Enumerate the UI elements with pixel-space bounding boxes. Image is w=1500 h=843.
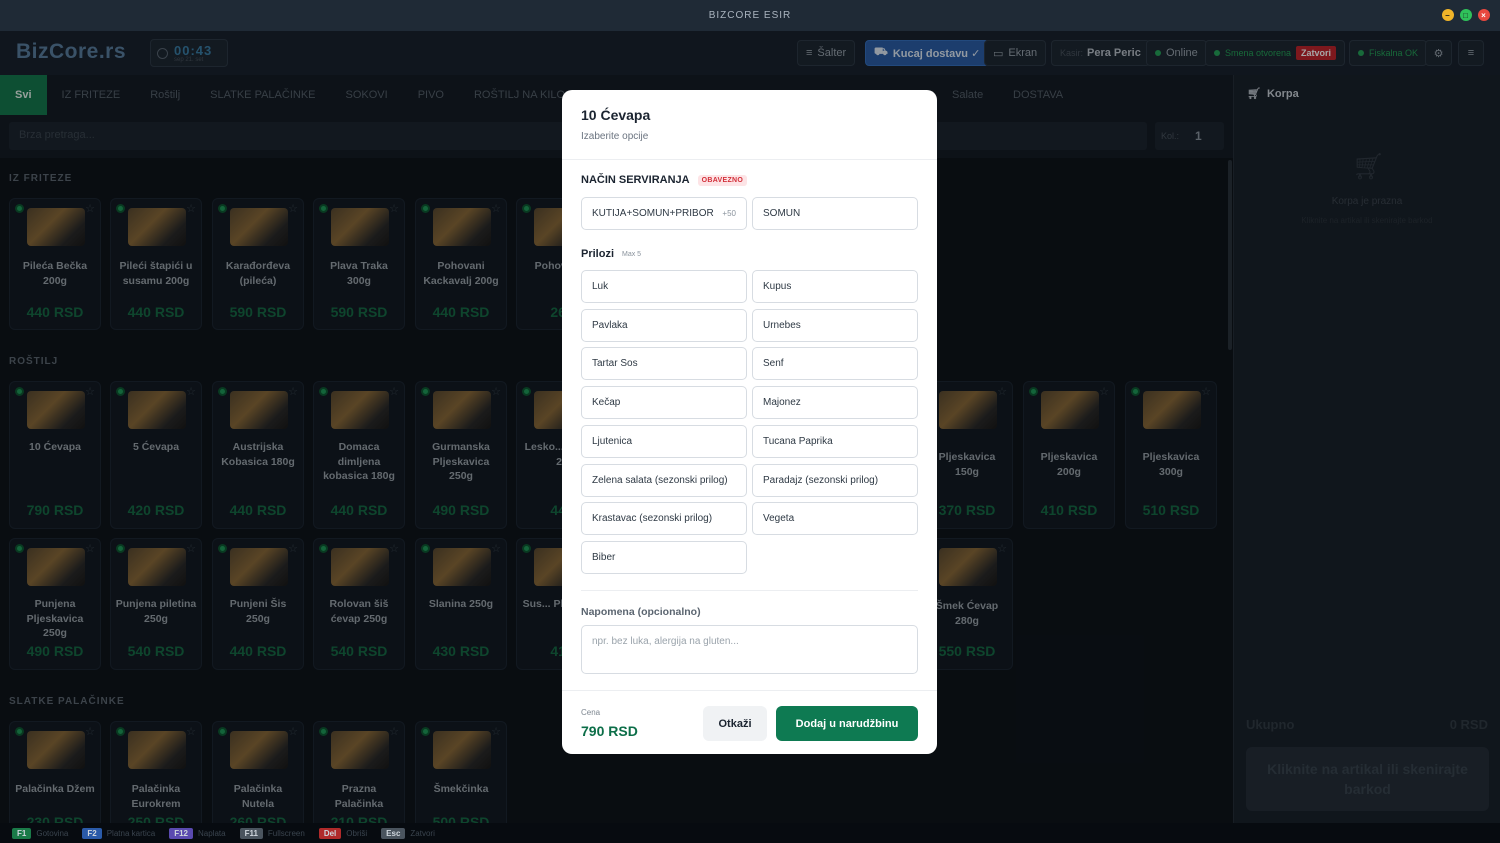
- serving-option-somun[interactable]: SOMUN: [752, 197, 918, 230]
- note-label: Napomena (opcionalno): [581, 606, 701, 618]
- modal-title: 10 Ćevapa: [581, 107, 651, 123]
- close-icon[interactable]: ×: [1478, 9, 1490, 21]
- window-titlebar: BIZCORE ESIR – □ ×: [0, 0, 1500, 31]
- serving-section-title: NAČIN SERVIRANJA OBAVEZNO: [581, 174, 748, 186]
- prilog-option[interactable]: Kupus: [752, 270, 918, 303]
- shortcut-esc[interactable]: Esc Zatvori: [381, 827, 435, 839]
- shortcut-f12[interactable]: F12 Naplata: [169, 827, 226, 839]
- shortcut-bar: F1 Gotovina F2 Platna kartica F12 Naplata F…: [0, 823, 1500, 843]
- maximize-icon[interactable]: □: [1460, 9, 1472, 21]
- prilog-option[interactable]: Krastavac (sezonski prilog): [581, 502, 747, 536]
- prilozi-section-title: Prilozi Max 5: [581, 248, 642, 260]
- prilog-option[interactable]: Paradajz (sezonski prilog): [752, 463, 918, 497]
- prilog-option[interactable]: Majonez: [752, 386, 918, 420]
- prilog-option[interactable]: Luk: [581, 270, 747, 303]
- cancel-button[interactable]: Otkaži: [703, 706, 767, 741]
- shortcut-f2[interactable]: F2 Platna kartica: [82, 827, 155, 839]
- price-value: 790 RSD: [581, 723, 638, 739]
- divider: [581, 590, 918, 591]
- shortcut-f11[interactable]: F11 Fullscreen: [239, 827, 305, 839]
- modal-subtitle: Izaberite opcije: [581, 131, 649, 142]
- prilog-option[interactable]: Tartar Sos: [581, 347, 747, 381]
- prilog-option[interactable]: Ljutenica: [581, 424, 747, 458]
- prilog-option[interactable]: Vegeta: [752, 502, 918, 536]
- window-title: BIZCORE ESIR: [708, 10, 792, 21]
- options-modal: 10 Ćevapa Izaberite opcije NAČIN SERVIRA…: [562, 90, 937, 754]
- modal-header: 10 Ćevapa Izaberite opcije: [562, 90, 937, 160]
- prilog-option[interactable]: Tucana Paprika: [752, 424, 918, 458]
- minimize-icon[interactable]: –: [1442, 9, 1454, 21]
- required-badge: OBAVEZNO: [697, 174, 748, 186]
- prilog-option[interactable]: Senf: [752, 347, 918, 381]
- prilog-option[interactable]: Pavlaka: [581, 308, 747, 342]
- prilog-option[interactable]: Zelena salata (sezonski prilog): [581, 463, 747, 497]
- shortcut-del[interactable]: Del Obriši: [318, 827, 367, 839]
- price-label: Cena: [581, 708, 601, 717]
- serving-option-kutija[interactable]: KUTIJA+SOMUN+PRIBOR +50: [581, 197, 747, 230]
- add-to-order-button[interactable]: Dodaj u narudžbinu: [776, 706, 918, 741]
- modal-footer: Cena 790 RSD Otkaži Dodaj u narudžbinu: [562, 690, 937, 754]
- prilog-option[interactable]: Urnebes: [752, 308, 918, 342]
- prilog-option[interactable]: Kečap: [581, 386, 747, 420]
- note-textarea[interactable]: npr. bez luka, alergija na gluten...: [581, 625, 918, 674]
- shortcut-f1[interactable]: F1 Gotovina: [12, 827, 68, 839]
- prilog-option[interactable]: Biber: [581, 540, 747, 574]
- window-controls: – □ ×: [1442, 9, 1490, 21]
